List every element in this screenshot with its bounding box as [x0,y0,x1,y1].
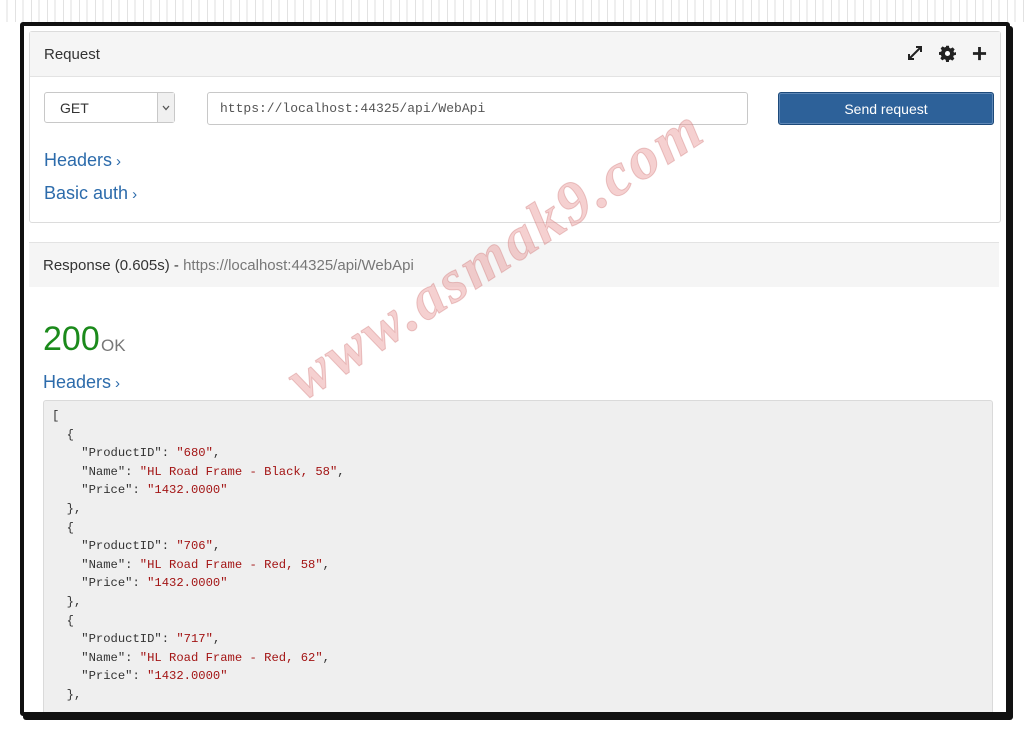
request-headers-label: Headers [44,150,113,170]
url-input[interactable] [207,92,748,125]
json-value: "706" [176,539,213,554]
json-key: "Name" [81,464,126,479]
json-key: "ProductID" [81,539,162,554]
json-brace: { [66,613,74,628]
top-edge-decoration [0,0,1024,22]
request-panel: Request GET Send request Header [29,31,1001,223]
json-key: "Price" [81,669,133,684]
expand-icon[interactable] [906,44,924,62]
basic-auth-link[interactable]: Basic auth › [44,183,137,204]
json-key: "Price" [81,483,133,498]
json-key: "Name" [81,557,126,572]
response-header: Response (0.605s) - https://localhost:44… [29,242,999,287]
json-key: "Name" [81,650,126,665]
response-title: Response (0.605s) - https://localhost:44… [43,257,414,274]
response-body: [ { "ProductID": "680", "Name": "HL Road… [43,400,993,712]
response-headers-link[interactable]: Headers › [43,372,120,393]
chevron-right-icon: › [116,153,122,170]
chevron-right-icon: › [132,186,138,203]
screenshot-frame: Request GET Send request Header [20,22,1010,716]
plus-icon[interactable] [970,44,988,62]
json-bracket: [ [52,409,60,423]
response-panel: Response (0.605s) - https://localhost:44… [29,242,999,712]
json-brace: }, [66,594,82,609]
json-key: "ProductID" [81,446,162,461]
gear-icon[interactable] [938,44,956,62]
json-brace: }, [66,501,82,516]
json-brace: { [66,427,74,442]
chevron-down-icon[interactable] [157,93,174,122]
send-request-button[interactable]: Send request [778,92,994,125]
request-title: Request [44,46,100,63]
method-select[interactable]: GET [44,92,175,123]
status-code: 200 [43,320,100,358]
json-value: "1432.0000" [147,483,228,498]
json-value: "HL Road Frame - Red, 62" [139,650,323,665]
json-brace: }, [66,687,82,702]
json-value: "HL Road Frame - Red, 58" [139,557,323,572]
chevron-right-icon: › [115,375,121,392]
basic-auth-label: Basic auth [44,183,129,203]
json-brace: { [66,520,74,535]
json-value: "1432.0000" [147,576,228,591]
method-value: GET [60,100,89,116]
response-title-prefix: Response (0.605s) - [43,257,179,274]
request-toolbar [906,44,988,62]
status-text: OK [101,336,126,355]
json-value: "1432.0000" [147,669,228,684]
json-key: "ProductID" [81,632,162,647]
response-headers-label: Headers [43,372,112,392]
request-header: Request [30,32,1000,77]
json-value: "717" [176,632,213,647]
request-headers-link[interactable]: Headers › [44,150,121,171]
json-value: "HL Road Frame - Black, 58" [139,464,338,479]
response-url[interactable]: https://localhost:44325/api/WebApi [183,257,414,274]
json-value: "680" [176,446,213,461]
json-key: "Price" [81,576,133,591]
